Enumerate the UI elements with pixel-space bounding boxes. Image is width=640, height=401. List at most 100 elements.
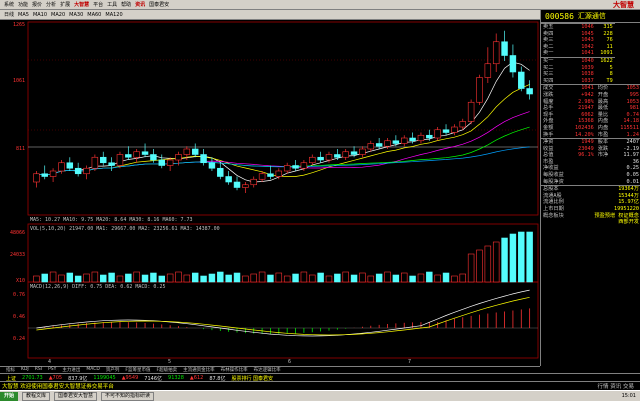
- date-mark: 5: [168, 359, 171, 365]
- price-tick: 1265: [13, 22, 25, 28]
- toolbar-item[interactable]: MA20: [51, 12, 65, 18]
- volume-panel-frame: [27, 223, 539, 283]
- candle-body: [150, 154, 157, 161]
- toolbar-item[interactable]: MA60: [87, 12, 101, 18]
- menu-item[interactable]: 国泰君安: [149, 1, 169, 8]
- stat-value: 981: [629, 105, 639, 112]
- menu-item[interactable]: 扩展: [60, 1, 70, 8]
- volume-bar: [501, 237, 508, 283]
- volume-bar: [166, 273, 174, 283]
- volume-bar: [309, 274, 316, 283]
- taskbar-item[interactable]: 国泰君安大智慧: [54, 391, 98, 401]
- menu-item[interactable]: 资讯: [135, 1, 145, 8]
- menu-item[interactable]: 工具: [107, 1, 117, 8]
- sell-volume: 11: [606, 43, 613, 50]
- candle-body: [200, 154, 207, 164]
- volume-bar: [292, 273, 299, 283]
- sell-label: 卖一: [543, 50, 554, 57]
- candle-body: [166, 159, 174, 166]
- stat-value: [570, 172, 596, 179]
- stat-value: 21947: [578, 105, 594, 112]
- sell-price: 1042: [581, 43, 594, 50]
- sell-volume: 1091: [600, 50, 613, 57]
- buy-price: 1039: [581, 64, 594, 71]
- buy-label: 买四: [543, 77, 554, 84]
- stat-value: 14.18: [623, 118, 639, 125]
- quote-panel: 000586 汇源通信 卖五 1046 315 卖四 1045 228 卖三 1043 76 卖二…: [540, 10, 640, 366]
- buy-volume: T9: [606, 77, 613, 84]
- stat-value: 115511: [620, 124, 639, 131]
- candle-body: [409, 137, 416, 142]
- candle-body: [217, 167, 224, 177]
- buy-volume: 8: [609, 71, 613, 78]
- volume-bar: [133, 271, 140, 283]
- volume-bar: [100, 274, 107, 283]
- stat-label: 内盘: [597, 124, 609, 131]
- toolbar-item[interactable]: 日线: [4, 11, 14, 18]
- volume-bar: [125, 273, 132, 283]
- stat-label: 股本: [595, 138, 615, 146]
- volume-bar: [175, 271, 182, 283]
- stat-label: 成交: [541, 84, 570, 92]
- toolbar-item[interactable]: MA10: [33, 12, 47, 18]
- volume-bar: [191, 272, 199, 283]
- stat-label: 最低: [597, 105, 609, 112]
- volume-tick: X10: [16, 278, 25, 284]
- stat-label: 均价: [595, 84, 615, 92]
- volume-bar: [158, 275, 165, 283]
- candle-body: [191, 148, 199, 155]
- buy-price: 1038: [581, 71, 594, 78]
- macd-tick: 0.76: [13, 292, 25, 298]
- candle-body: [183, 148, 191, 155]
- candle-body: [283, 165, 291, 172]
- menu-item[interactable]: 帮助: [121, 1, 131, 8]
- candle-body: [359, 148, 366, 155]
- taskbar-item[interactable]: 教程文库: [22, 391, 51, 401]
- stat-value: 1.24: [626, 131, 640, 138]
- candle-body: [426, 134, 433, 139]
- macd-tick: 0.46: [13, 314, 25, 320]
- volume-tick: 24033: [10, 252, 25, 258]
- toolbar-item[interactable]: MA5: [18, 12, 29, 18]
- sell-volume: 76: [606, 37, 613, 44]
- volume-bar: [275, 272, 283, 283]
- candle-body: [275, 170, 283, 177]
- stat-value: 0.74: [626, 111, 640, 118]
- kline-chart[interactable]: 1265 1061 811 MA5: 10.27 MA10: 9.75 MA20: 8…: [0, 20, 540, 365]
- macd-legend: MACD(12,26,9) DIFF: 0.75 DEA: 0.62 MACD:…: [30, 284, 165, 290]
- volume-bar: [258, 271, 266, 283]
- toolbar-item[interactable]: MA120: [105, 12, 122, 18]
- message-bar: 大智慧 欢迎使用国泰君安大智慧证券交易平台 行情 资讯 交易: [0, 381, 640, 390]
- macd-tick: 0.24: [13, 336, 25, 342]
- info-label: [541, 219, 570, 226]
- volume-bar: [417, 273, 425, 283]
- menu-item[interactable]: 系统: [4, 1, 14, 8]
- stat-label: 市净: [597, 152, 609, 159]
- stat-value: 1053: [614, 84, 640, 92]
- stat-value: 23049: [578, 145, 594, 152]
- info-label: 上市日期: [543, 206, 564, 213]
- menu-item[interactable]: 大智慧: [74, 1, 89, 8]
- toolbar-item[interactable]: MA30: [69, 12, 83, 18]
- stat-value: 6062: [581, 111, 594, 118]
- message-right[interactable]: 行情 资讯 交易: [598, 382, 635, 390]
- stat-label: 金额: [543, 124, 554, 131]
- menu-item[interactable]: 报价: [32, 1, 42, 8]
- volume-bar: [208, 273, 216, 283]
- buy-price: 1037: [581, 77, 594, 84]
- stat-value: 2.98%: [578, 98, 594, 105]
- candle-body: [518, 71, 525, 89]
- indicator-tabs: 指标 KDJ RSI PSY 主力进出 MACD 资产列 F蓝筹星币值 F超级拍卖 主流通资金比率…: [0, 366, 540, 373]
- volume-bar: [359, 272, 366, 283]
- candle-body: [208, 162, 216, 169]
- volume-bar: [375, 273, 383, 283]
- volume-bar: [141, 274, 149, 283]
- menu-item[interactable]: 平台: [93, 1, 103, 8]
- menu-item[interactable]: 分析: [46, 1, 56, 8]
- menu-item[interactable]: 功能: [18, 1, 28, 8]
- taskbar-item[interactable]: 不可不知的指标研读: [101, 391, 155, 401]
- candle-body: [74, 167, 82, 175]
- start-button[interactable]: 开始: [0, 391, 19, 401]
- volume-bar: [74, 275, 82, 283]
- candle-body: [175, 154, 182, 161]
